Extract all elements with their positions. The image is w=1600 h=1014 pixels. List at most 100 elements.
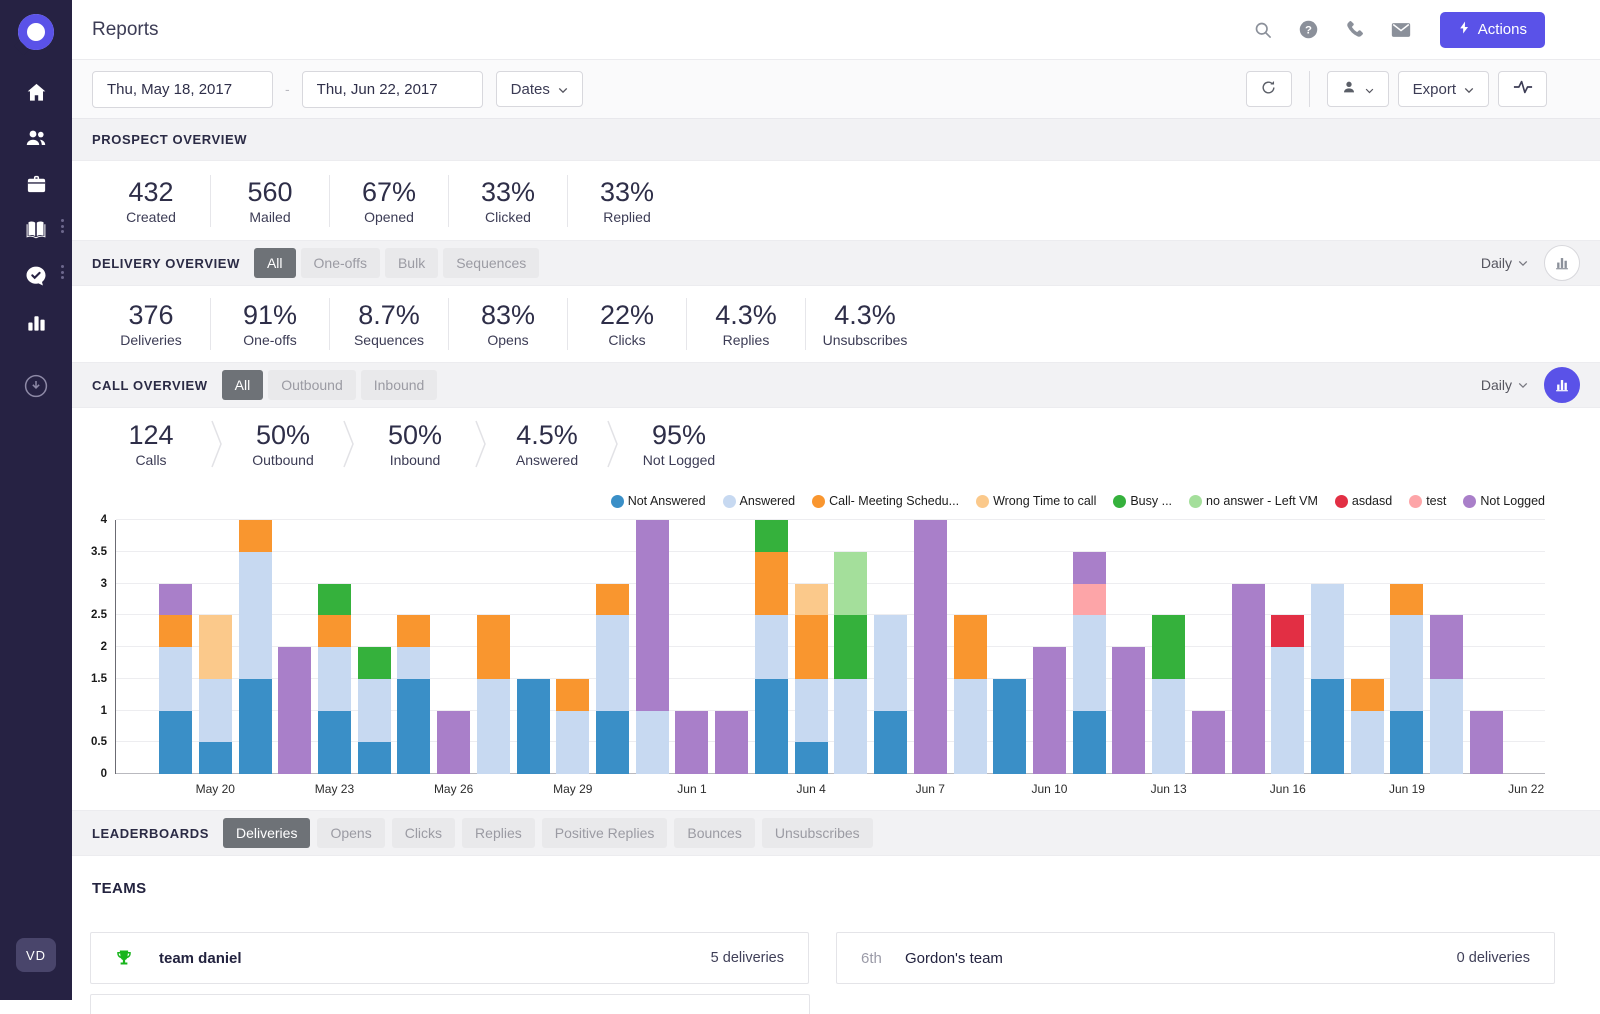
- bar-segment-jun-3-answered[interactable]: [755, 615, 788, 679]
- activity-button[interactable]: [1498, 71, 1547, 107]
- sidebar-item-content-library[interactable]: [24, 218, 48, 242]
- bar-segment-jun-13-busy[interactable]: [1152, 615, 1185, 679]
- tab-bounces[interactable]: Bounces: [674, 818, 754, 848]
- sidebar-item-downloads[interactable]: [24, 374, 48, 398]
- delivery-interval-dropdown[interactable]: Daily: [1481, 255, 1528, 271]
- bar-segment-may-24-busy[interactable]: [358, 647, 391, 679]
- legend-answered[interactable]: Answered: [723, 494, 796, 508]
- bar-segment-jun-10-not-logged[interactable]: [1033, 647, 1066, 774]
- bar-segment-jun-16-answered[interactable]: [1271, 647, 1304, 774]
- phone-icon[interactable]: [1344, 19, 1366, 41]
- bar-segment-jun-7-not-logged[interactable]: [914, 520, 947, 774]
- bar-segment-jun-11-not-answered[interactable]: [1073, 711, 1106, 775]
- end-date-input[interactable]: [302, 71, 483, 108]
- call-chart-toggle[interactable]: [1544, 367, 1580, 403]
- bar-segment-jun-19-not-answered[interactable]: [1390, 711, 1423, 775]
- legend-asdasd[interactable]: asdasd: [1335, 494, 1392, 508]
- bar-segment-jun-2-not-logged[interactable]: [715, 711, 748, 775]
- call-interval-dropdown[interactable]: Daily: [1481, 377, 1528, 393]
- bar-segment-jun-9-not-answered[interactable]: [993, 679, 1026, 774]
- tab-opens[interactable]: Opens: [317, 818, 384, 848]
- bar-segment-jun-1-not-logged[interactable]: [675, 711, 708, 775]
- bar-segment-may-27-answered[interactable]: [477, 679, 510, 774]
- legend-no-answer-left-vm[interactable]: no answer - Left VM: [1189, 494, 1318, 508]
- bar-segment-may-19-not-answered[interactable]: [159, 711, 192, 775]
- bar-segment-jun-3-busy[interactable]: [755, 520, 788, 552]
- bar-segment-may-26-not-logged[interactable]: [437, 711, 470, 775]
- bar-segment-jun-5-answered[interactable]: [834, 679, 867, 774]
- bar-segment-jun-4-wrong-time-to-call[interactable]: [795, 584, 828, 616]
- dates-button[interactable]: Dates: [496, 71, 583, 107]
- bar-segment-jun-6-answered[interactable]: [874, 615, 907, 710]
- tab-sequences[interactable]: Sequences: [443, 248, 539, 278]
- bar-segment-may-20-wrong-time-to-call[interactable]: [199, 615, 232, 679]
- legend-not-logged[interactable]: Not Logged: [1463, 494, 1545, 508]
- bar-segment-jun-4-answered[interactable]: [795, 679, 828, 743]
- bar-segment-may-31-answered[interactable]: [636, 711, 669, 775]
- bar-segment-may-23-not-answered[interactable]: [318, 711, 351, 775]
- bar-segment-jun-5-no-answer-left-vm[interactable]: [834, 552, 867, 616]
- bar-segment-may-31-not-logged[interactable]: [636, 520, 669, 711]
- bar-segment-may-30-call-meeting-schedu[interactable]: [596, 584, 629, 616]
- bar-segment-may-21-call-meeting-schedu[interactable]: [239, 520, 272, 552]
- tab-unsubscribes[interactable]: Unsubscribes: [762, 818, 873, 848]
- export-button[interactable]: Export: [1398, 71, 1489, 107]
- bar-segment-jun-8-answered[interactable]: [954, 679, 987, 774]
- bar-segment-jun-6-not-answered[interactable]: [874, 711, 907, 775]
- content-library-menu-dots[interactable]: [59, 217, 66, 235]
- bar-segment-jun-17-not-answered[interactable]: [1311, 679, 1344, 774]
- bar-segment-jun-20-not-logged[interactable]: [1430, 615, 1463, 679]
- actions-button[interactable]: Actions: [1440, 12, 1545, 48]
- bar-segment-jun-11-not-logged[interactable]: [1073, 552, 1106, 584]
- legend-test[interactable]: test: [1409, 494, 1446, 508]
- bar-segment-may-21-answered[interactable]: [239, 552, 272, 679]
- bar-segment-may-19-not-logged[interactable]: [159, 584, 192, 616]
- bar-segment-may-25-not-answered[interactable]: [397, 679, 430, 774]
- tab-bulk[interactable]: Bulk: [385, 248, 438, 278]
- sidebar-item-home[interactable]: [24, 80, 48, 104]
- bar-segment-jun-8-call-meeting-schedu[interactable]: [954, 615, 987, 679]
- team-card-team-daniel[interactable]: team daniel5 deliveries: [90, 932, 809, 984]
- bar-segment-may-20-not-answered[interactable]: [199, 742, 232, 774]
- tab-one-offs[interactable]: One-offs: [301, 248, 380, 278]
- bar-segment-jun-13-answered[interactable]: [1152, 679, 1185, 774]
- tab-replies[interactable]: Replies: [462, 818, 535, 848]
- bar-segment-jun-5-busy[interactable]: [834, 615, 867, 679]
- user-filter-button[interactable]: [1327, 71, 1389, 107]
- bar-segment-jun-12-not-logged[interactable]: [1112, 647, 1145, 774]
- bar-segment-jun-14-not-logged[interactable]: [1192, 711, 1225, 775]
- help-icon[interactable]: ?: [1298, 19, 1320, 41]
- bar-segment-jun-11-answered[interactable]: [1073, 615, 1106, 710]
- bar-segment-may-23-answered[interactable]: [318, 647, 351, 711]
- bar-segment-jun-3-not-answered[interactable]: [755, 679, 788, 774]
- refresh-button[interactable]: [1246, 71, 1292, 107]
- bar-segment-jun-4-call-meeting-schedu[interactable]: [795, 615, 828, 679]
- delivery-chart-toggle[interactable]: [1544, 245, 1580, 281]
- bar-segment-may-29-call-meeting-schedu[interactable]: [556, 679, 589, 711]
- bar-segment-may-21-not-answered[interactable]: [239, 679, 272, 774]
- tasks-menu-dots[interactable]: [59, 263, 66, 281]
- bar-segment-jun-19-call-meeting-schedu[interactable]: [1390, 584, 1423, 616]
- tab-all[interactable]: All: [222, 370, 264, 400]
- sidebar-item-prospects[interactable]: [24, 126, 48, 150]
- bar-segment-may-19-call-meeting-schedu[interactable]: [159, 615, 192, 647]
- bar-segment-jun-18-answered[interactable]: [1351, 711, 1384, 775]
- bar-segment-jun-21-not-logged[interactable]: [1470, 711, 1503, 775]
- bar-segment-jun-16-asdasd[interactable]: [1271, 615, 1304, 647]
- sidebar-item-reports[interactable]: [24, 310, 48, 334]
- bar-segment-may-20-answered[interactable]: [199, 679, 232, 743]
- bar-segment-jun-3-call-meeting-schedu[interactable]: [755, 552, 788, 616]
- legend-call-meeting-schedu[interactable]: Call- Meeting Schedu...: [812, 494, 959, 508]
- tab-deliveries[interactable]: Deliveries: [223, 818, 310, 848]
- bar-segment-jun-4-not-answered[interactable]: [795, 742, 828, 774]
- bar-segment-jun-11-test[interactable]: [1073, 584, 1106, 616]
- bar-segment-may-29-answered[interactable]: [556, 711, 589, 775]
- bar-segment-jun-17-answered[interactable]: [1311, 584, 1344, 679]
- sidebar-item-tasks[interactable]: [24, 264, 48, 288]
- legend-wrong-time-to-call[interactable]: Wrong Time to call: [976, 494, 1096, 508]
- bar-segment-may-23-busy[interactable]: [318, 584, 351, 616]
- bar-segment-jun-15-not-logged[interactable]: [1232, 584, 1265, 775]
- tab-outbound[interactable]: Outbound: [268, 370, 356, 400]
- tab-clicks[interactable]: Clicks: [392, 818, 455, 848]
- bar-segment-jun-18-call-meeting-schedu[interactable]: [1351, 679, 1384, 711]
